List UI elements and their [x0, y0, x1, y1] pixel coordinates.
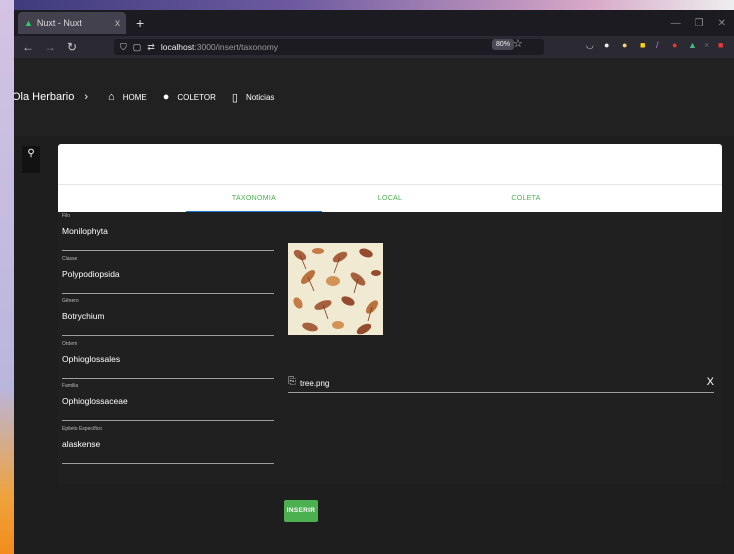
classe-field[interactable]: Classe Polypodiopsida	[62, 256, 274, 294]
browser-tab-bar: ▲ Nuxt - Nuxt x + — ❐ ✕	[14, 10, 734, 36]
epiteto-label: Epiteto Específico	[62, 426, 103, 432]
desktop-wallpaper-top	[0, 0, 734, 10]
ordem-label: Ordem	[62, 341, 78, 347]
vue-devtools-icon[interactable]: ▲	[688, 40, 697, 50]
genero-field[interactable]: Gênero Botrychium	[62, 298, 274, 336]
menu-item-coletor[interactable]: ● COLETOR	[163, 91, 216, 103]
notebook-icon: ▯	[231, 91, 238, 104]
browser-tab[interactable]: ▲ Nuxt - Nuxt x	[18, 12, 126, 34]
new-tab-button[interactable]: +	[136, 15, 144, 31]
extension-x-icon[interactable]: ×	[704, 40, 709, 50]
menu-item-noticias[interactable]: ▯ Noticias	[232, 91, 275, 104]
bookmark-star-icon[interactable]: ☆	[513, 37, 523, 50]
forward-icon[interactable]: →	[42, 40, 58, 54]
app-header: Ola Herbario › ⌂ HOME ● COLETOR ▯ Notici…	[14, 58, 734, 136]
permissions-icon[interactable]: ⇄	[147, 42, 155, 53]
reload-icon[interactable]: ↻	[64, 40, 80, 54]
menu-label-coletor: COLETOR	[177, 92, 216, 102]
filo-label: Filo	[62, 213, 71, 219]
paperclip-icon[interactable]: ⎘	[288, 376, 296, 387]
url-host: localhost	[160, 42, 195, 52]
extension-ublock-icon[interactable]: ■	[718, 40, 723, 50]
close-window-icon[interactable]: ✕	[718, 18, 726, 29]
tab-taxonomia[interactable]: TAXONOMIA	[186, 185, 322, 213]
familia-label: Familia	[62, 383, 79, 389]
pocket-icon[interactable]: ◡	[586, 40, 594, 51]
minimize-icon[interactable]: —	[671, 18, 681, 29]
menu-label-noticias: Noticias	[245, 92, 275, 102]
classe-value: Polypodiopsida	[62, 269, 120, 279]
chevron-right-icon: ›	[84, 91, 89, 103]
person-icon: ●	[162, 91, 170, 103]
extension-note-icon[interactable]: ■	[640, 40, 645, 50]
insert-button[interactable]: INSERIR	[284, 500, 318, 522]
specimen-image-preview	[288, 243, 383, 335]
card-header	[58, 144, 722, 184]
extension-v-icon[interactable]: ●	[604, 40, 609, 50]
filo-value: Monilophyta	[62, 226, 108, 236]
file-input[interactable]: ⎘ tree.png X	[288, 375, 714, 393]
genero-value: Botrychium	[62, 311, 105, 321]
extension-record-icon[interactable]: ●	[672, 40, 677, 50]
window-controls: — ❐ ✕	[671, 18, 734, 29]
extension-cookie-icon[interactable]: ●	[622, 40, 627, 50]
epiteto-field[interactable]: Epiteto Específico alaskense	[62, 426, 274, 464]
tab-title: Nuxt - Nuxt	[36, 18, 82, 28]
app-body: ⚲ TAXONOMIA LOCAL COLETA Filo Monilophyt…	[14, 136, 734, 554]
tab-close-button[interactable]: x	[115, 18, 120, 29]
genero-label: Gênero	[62, 298, 79, 304]
url-bar[interactable]: ⛉ ▢ ⇄ localhost:3000/insert/taxonomy	[114, 39, 544, 55]
familia-field[interactable]: Familia Ophioglossaceae	[62, 383, 274, 421]
desktop-wallpaper-left	[0, 0, 14, 554]
form-tabs: TAXONOMIA LOCAL COLETA	[58, 184, 722, 213]
ordem-value: Ophioglossales	[62, 354, 121, 364]
home-icon: ⌂	[108, 91, 115, 103]
classe-label: Classe	[62, 256, 78, 262]
filo-field[interactable]: Filo Monilophyta	[62, 213, 274, 251]
menu-item-home[interactable]: ⌂ HOME	[108, 91, 147, 103]
main-menu: ⌂ HOME ● COLETOR ▯ Noticias	[108, 91, 290, 104]
tab-coleta[interactable]: COLETA	[458, 185, 594, 213]
page-icon: ▢	[132, 41, 142, 52]
taxonomy-form-panel: Filo Monilophyta Classe Polypodiopsida G…	[58, 212, 722, 484]
back-icon[interactable]: ←	[20, 40, 36, 54]
app-brand[interactable]: Ola Herbario	[14, 91, 74, 103]
restore-icon[interactable]: ❐	[695, 18, 704, 29]
clear-file-button[interactable]: X	[707, 376, 714, 388]
search-icon[interactable]: ⚲	[22, 146, 40, 173]
ordem-field[interactable]: Ordem Ophioglossales	[62, 341, 274, 379]
zoom-badge[interactable]: 80%	[492, 39, 515, 50]
epiteto-value: alaskense	[62, 439, 101, 449]
url-path: :3000/insert/taxonomy	[194, 42, 279, 52]
shield-icon: ⛉	[120, 41, 127, 52]
extension-pen-icon[interactable]: /	[656, 40, 659, 50]
browser-nav-bar: ← → ↻ ⛉ ▢ ⇄ localhost:3000/insert/taxono…	[14, 36, 734, 58]
nuxt-logo-icon: ▲	[24, 18, 33, 28]
familia-value: Ophioglossaceae	[62, 396, 128, 406]
tab-local[interactable]: LOCAL	[322, 185, 458, 213]
menu-label-home: HOME	[122, 92, 147, 102]
file-name: tree.png	[300, 379, 330, 388]
browser-window: ▲ Nuxt - Nuxt x + — ❐ ✕ ← → ↻ ⛉ ▢ ⇄ loca…	[14, 10, 734, 554]
